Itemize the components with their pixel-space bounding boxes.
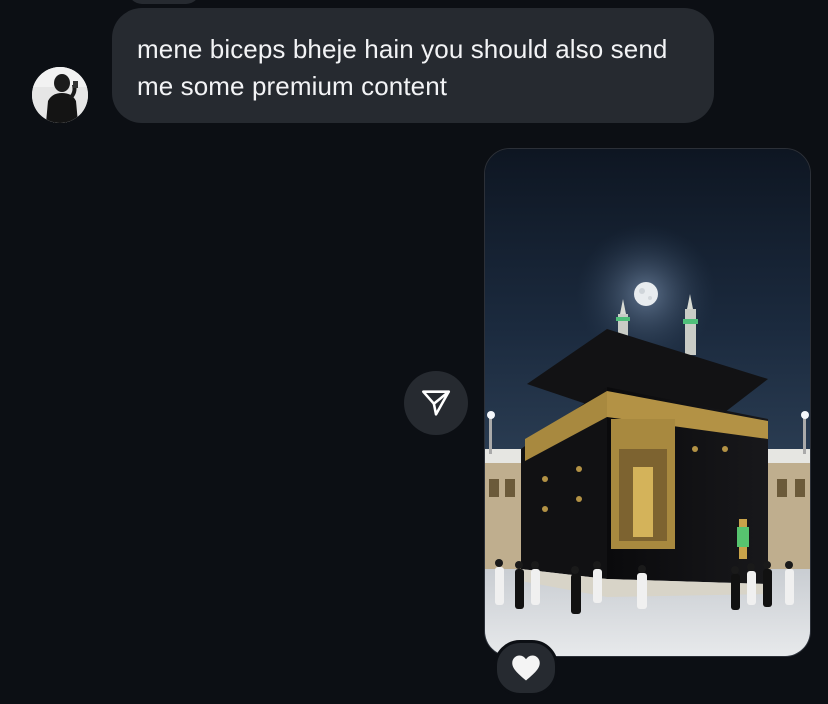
sender-avatar[interactable] <box>32 67 88 123</box>
incoming-message-bubble[interactable]: mene biceps bheje hain you should also s… <box>112 8 714 123</box>
white-heart-icon <box>512 655 540 681</box>
message-text: mene biceps bheje hain you should also s… <box>137 34 668 101</box>
chat-thread: mene biceps bheje hain you should also s… <box>0 0 828 704</box>
shared-photo[interactable] <box>484 148 811 657</box>
kaaba-night-photo <box>485 149 810 656</box>
user-avatar-icon <box>32 67 88 123</box>
paper-plane-icon <box>421 390 451 416</box>
share-button[interactable] <box>404 371 468 435</box>
reaction-badge[interactable] <box>494 640 558 696</box>
previous-message-bubble[interactable] <box>128 0 200 4</box>
